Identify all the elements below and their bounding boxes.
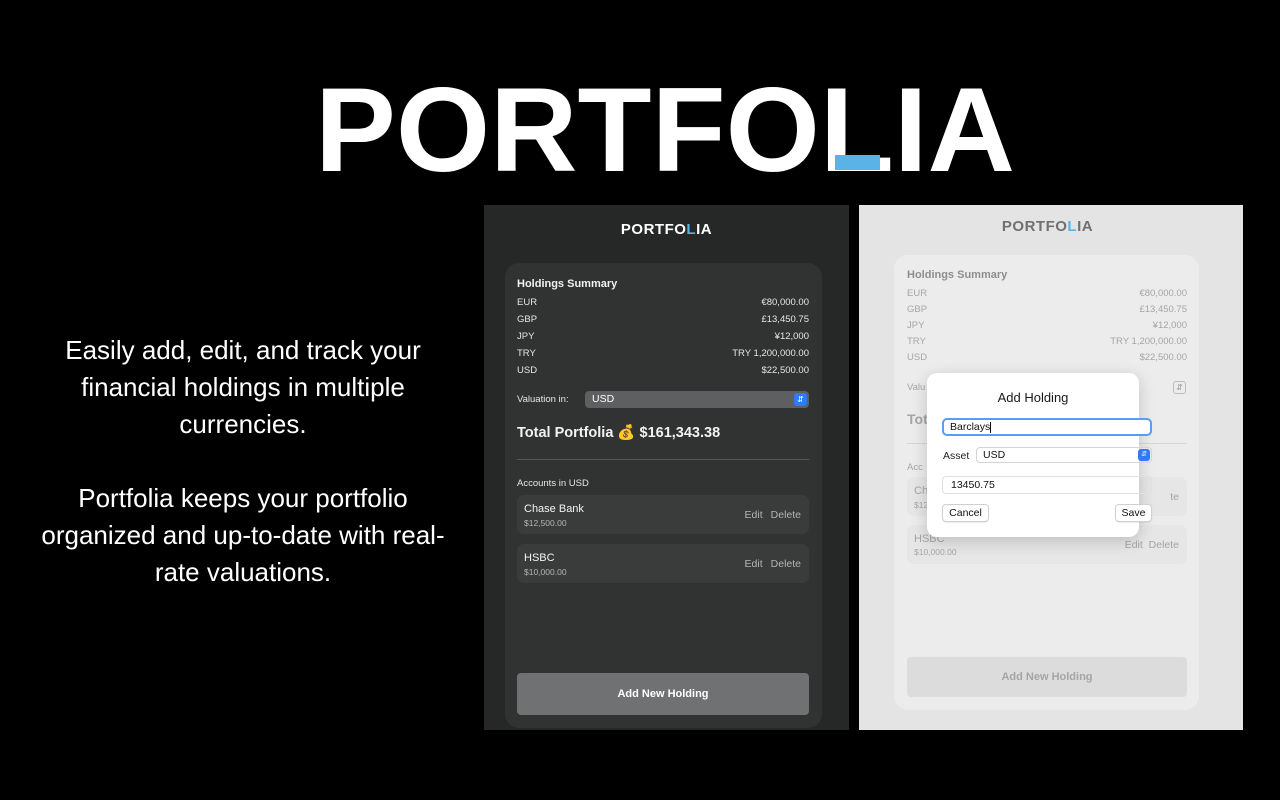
total-portfolio: Total Portfolia 💰 $161,343.38 <box>517 425 721 441</box>
holding-amount: ¥12,000 <box>1152 320 1187 331</box>
account-row: Chase Bank $12,500.00 Edit Delete <box>517 495 809 534</box>
holding-currency: EUR <box>517 297 538 308</box>
app-logo-prefix: PORTF <box>620 221 675 238</box>
account-name: HSBC <box>524 552 555 564</box>
valuation-currency-value: USD <box>592 393 615 405</box>
save-button[interactable]: Save <box>1115 504 1152 522</box>
promo-text: Easily add, edit, and track your financi… <box>28 332 458 591</box>
account-amount: $10,000.00 <box>524 567 567 577</box>
add-new-holding-button[interactable]: Add New Holding <box>907 657 1187 697</box>
valuation-label: Valuation in: <box>517 394 569 405</box>
valuation-currency-select[interactable]: USD ⇵ <box>585 391 809 408</box>
app-logo-o: O <box>674 221 687 238</box>
holding-amount: $22,500.00 <box>761 365 809 376</box>
portfolia-logo-graphic: PORTFOLIA <box>315 63 1015 197</box>
holding-amount: £13,450.75 <box>761 314 809 325</box>
account-amount: $12,500.00 <box>524 518 567 528</box>
holding-amount: €80,000.00 <box>761 297 809 308</box>
holding-amount: $22,500.00 <box>1139 352 1187 363</box>
app-logo: PORTFOLIA <box>859 218 1236 235</box>
total-portfolio: Tot <box>907 411 928 427</box>
account-actions: Edit Delete <box>1125 539 1179 551</box>
chevron-updown-icon: ⇵ <box>794 393 807 406</box>
divider <box>517 459 809 460</box>
holding-row: USD $22,500.00 <box>517 365 809 376</box>
holding-currency: USD <box>907 352 928 363</box>
holding-row: TRY TRY 1,200,000.00 <box>517 348 809 359</box>
cancel-button[interactable]: Cancel <box>942 504 989 522</box>
account-actions: Edit Delete <box>745 509 801 521</box>
add-holding-dialog: Add Holding Barclays Asset USD ⇵ 13450.7… <box>927 373 1152 537</box>
app-logo-l: L <box>1067 218 1078 235</box>
app-logo-suffix: IA <box>1077 218 1094 235</box>
holding-row: GBP £13,450.75 <box>517 314 809 325</box>
holdings-card: Holdings Summary EUR €80,000.00 GBP £13,… <box>505 263 822 728</box>
holding-name-input[interactable]: Barclays <box>942 418 1152 436</box>
holding-amount: ¥12,000 <box>774 331 809 342</box>
asset-select-value: USD <box>983 449 1006 461</box>
holding-currency: GBP <box>517 314 538 325</box>
amount-input[interactable]: 13450.75 <box>942 476 1152 494</box>
account-actions: Edit Delete <box>745 558 801 570</box>
holding-row: USD $22,500.00 <box>907 352 1187 363</box>
app-logo-suffix: IA <box>696 221 713 238</box>
holdings-summary-title: Holdings Summary <box>907 269 1008 281</box>
portfolia-logo: PORTFOLIA <box>315 63 1015 197</box>
holding-row: GBP £13,450.75 <box>907 304 1187 315</box>
holding-currency: GBP <box>907 304 928 315</box>
holding-row: TRY TRY 1,200,000.00 <box>907 336 1187 347</box>
delete-button[interactable]: Delete <box>1149 539 1179 551</box>
holding-currency: EUR <box>907 288 928 299</box>
account-row: HSBC $10,000.00 Edit Delete <box>517 544 809 583</box>
promo-paragraph-2: Portfolia keeps your portfolio organized… <box>41 483 445 587</box>
holding-amount: TRY 1,200,000.00 <box>732 348 809 359</box>
account-amount: $10,000.00 <box>914 547 957 557</box>
accounts-title: Accounts in USD <box>517 478 589 489</box>
holding-amount: €80,000.00 <box>1139 288 1187 299</box>
valuation-label: Valu <box>907 382 926 393</box>
add-new-holding-button[interactable]: Add New Holding <box>517 673 809 715</box>
app-window-dark: PORTFOLIA Holdings Summary EUR €80,000.0… <box>484 205 849 730</box>
edit-button[interactable]: te <box>1170 491 1179 503</box>
holding-row: EUR €80,000.00 <box>517 297 809 308</box>
holding-currency: TRY <box>517 348 536 359</box>
promo-paragraph-1: Easily add, edit, and track your financi… <box>65 335 421 439</box>
edit-button[interactable]: Edit <box>745 558 763 570</box>
holding-name-value: Barclays <box>950 421 991 433</box>
holding-row: JPY ¥12,000 <box>517 331 809 342</box>
holding-amount: £13,450.75 <box>1139 304 1187 315</box>
app-logo-l: L <box>686 221 697 238</box>
text-cursor <box>990 421 992 433</box>
edit-button[interactable]: Edit <box>1125 539 1143 551</box>
edit-button[interactable]: Edit <box>745 509 763 521</box>
holdings-summary-title: Holdings Summary <box>517 278 618 290</box>
accounts-title: Acc <box>907 462 923 473</box>
holding-row: JPY ¥12,000 <box>907 320 1187 331</box>
account-name: Chase Bank <box>524 503 584 515</box>
asset-select[interactable]: USD ⇵ <box>976 447 1152 463</box>
holding-currency: USD <box>517 365 538 376</box>
app-logo: PORTFOLIA <box>484 221 849 238</box>
delete-button[interactable]: Delete <box>771 558 801 570</box>
dialog-title: Add Holding <box>997 390 1069 405</box>
holding-row: EUR €80,000.00 <box>907 288 1187 299</box>
app-logo-o: O <box>1055 218 1068 235</box>
app-window-light: PORTFOLIA Holdings Summary EUR €80,000.0… <box>859 205 1243 730</box>
asset-label: Asset <box>943 450 970 462</box>
holding-currency: JPY <box>517 331 535 342</box>
holding-currency: TRY <box>907 336 926 347</box>
svg-text:PORTFOLIA: PORTFOLIA <box>315 80 1015 175</box>
delete-button[interactable]: Delete <box>771 509 801 521</box>
holding-amount: TRY 1,200,000.00 <box>1110 336 1187 347</box>
app-logo-prefix: PORTF <box>1001 218 1056 235</box>
chevron-updown-icon: ⇵ <box>1138 449 1150 461</box>
holding-currency: JPY <box>907 320 925 331</box>
chevron-updown-icon: ⇵ <box>1173 381 1186 394</box>
account-name: Ch <box>914 485 929 497</box>
